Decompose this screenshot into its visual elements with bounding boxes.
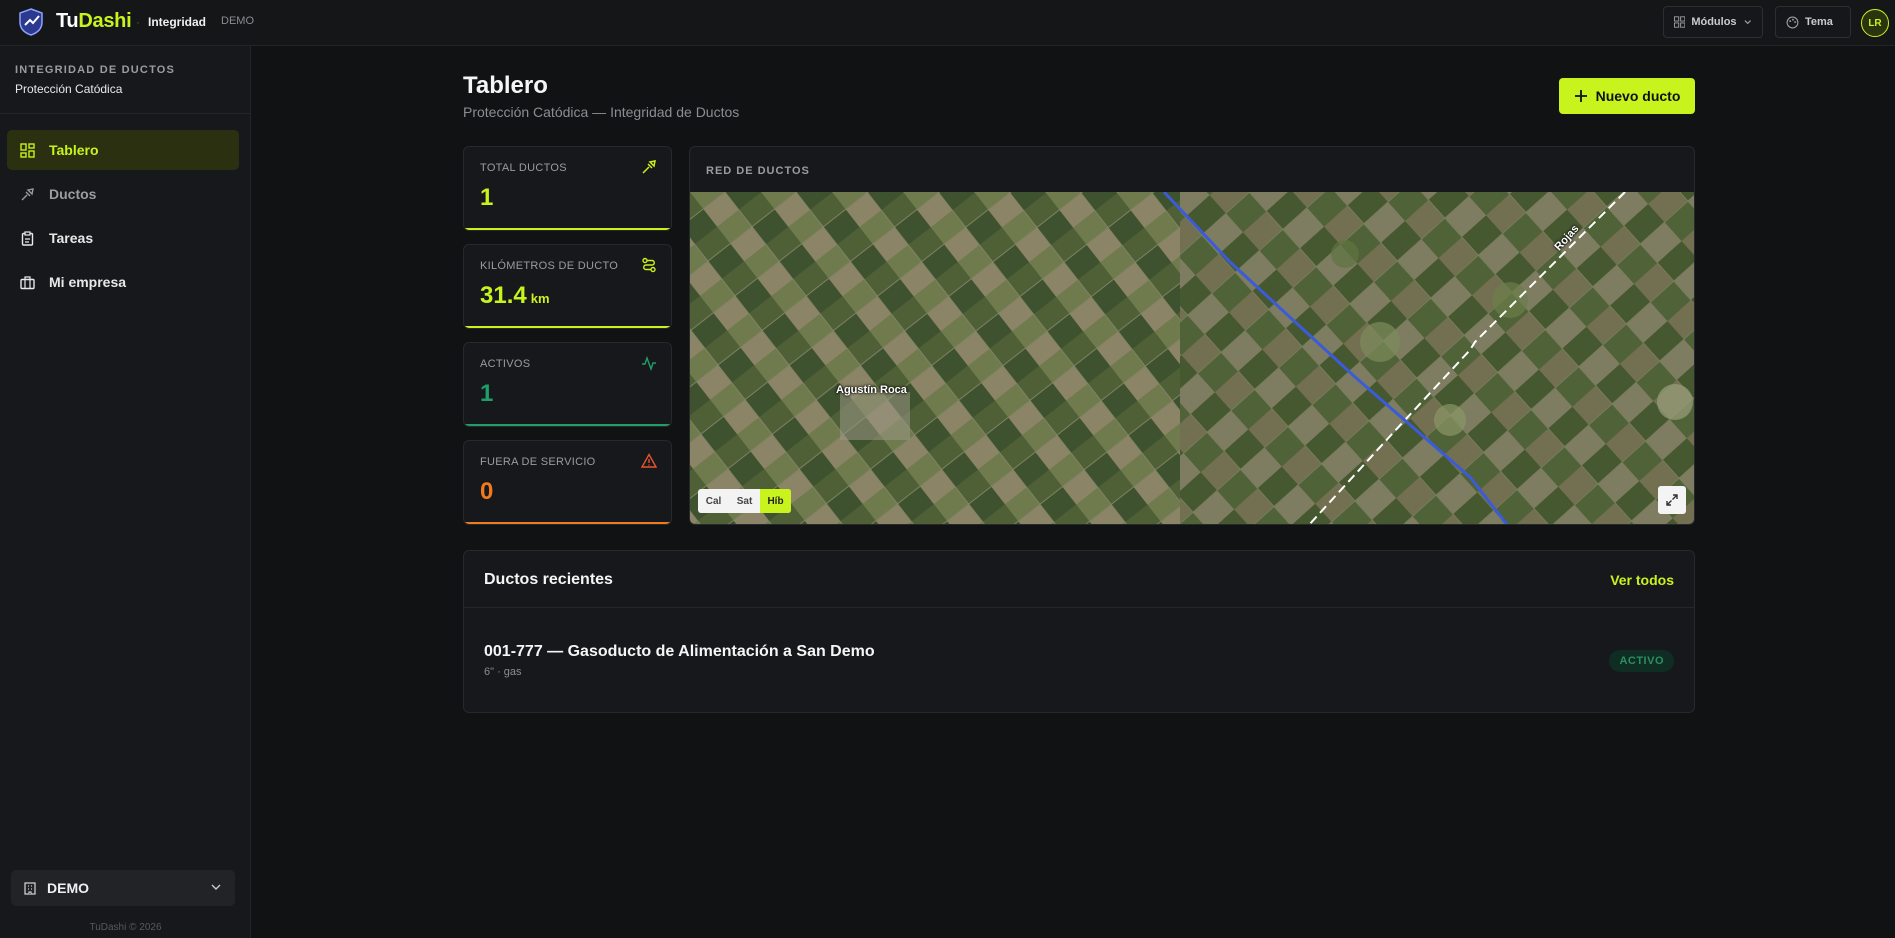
stat-number: 1 [480,184,494,211]
copyright-text: TuDashi © 2026 [89,922,162,933]
stat-number: 0 [480,478,494,505]
stat-card-kilometros: KILÓMETROS DE DUCTO 31.4 km [463,244,672,329]
mode-badge: DEMO [221,15,254,27]
page-title: Tablero [463,72,548,99]
stat-value: 31.4 km [480,282,550,310]
sidebar-item-mi-empresa[interactable]: Mi empresa [7,262,239,302]
top-bar: TuDashi · Integridad DEMO Módulos Tema L… [0,0,1895,46]
stat-accent-bar [464,424,671,426]
stat-number: 1 [480,380,494,407]
stat-unit: km [530,291,550,306]
sidebar-item-tareas[interactable]: Tareas [7,218,239,258]
fullscreen-button[interactable] [1658,486,1686,514]
stat-label: FUERA DE SERVICIO [480,456,596,468]
tenant-selector[interactable]: DEMO [11,870,235,906]
pipeline-row-title[interactable]: 001-777 — Gasoducto de Alimentación a Sa… [484,643,875,661]
stat-value: 1 [480,380,493,408]
recent-divider [464,607,1694,608]
tenant-name: DEMO [47,880,89,896]
sidebar-section-subtitle: Protección Catódica [15,82,123,96]
stat-accent-bar [464,522,671,524]
briefcase-icon [19,274,35,290]
stat-label: ACTIVOS [480,358,531,370]
pipeline-row-meta: 6" · gas [484,666,522,678]
sidebar-item-label: Mi empresa [49,274,127,290]
stat-card-fuera-de-servicio: FUERA DE SERVICIO 0 [463,440,672,525]
stat-card-activos: ACTIVOS 1 [463,342,672,427]
breadcrumb-module: Integridad [148,15,207,29]
chevron-down-icon [211,884,221,890]
theme-label: Tema [1805,16,1833,28]
modules-button[interactable]: Módulos [1663,6,1763,38]
clipboard-icon [19,230,35,246]
pipeline-network-map-card: RED DE DUCTOS Agustín Roca Rojas Cal Sat… [689,146,1695,525]
recent-pipelines-card: Ductos recientes Ver todos 001-777 — Gas… [463,550,1695,713]
stat-number: 31.4 [480,282,527,309]
recent-pipelines-title: Ductos recientes [484,571,613,588]
shield-logo-icon[interactable] [18,8,44,36]
sidebar-item-ductos[interactable]: Ductos [7,174,239,214]
stat-label: TOTAL DUCTOS [480,162,567,174]
satellite-map[interactable] [690,190,1695,525]
expand-icon [1666,494,1678,506]
stat-accent-bar [464,326,671,328]
grid-icon [1674,16,1686,28]
sidebar-divider [0,113,251,114]
theme-button[interactable]: Tema [1775,6,1851,38]
map-layer-hib[interactable]: Híb [760,489,791,513]
brand-tu: Tu [56,10,79,32]
user-avatar[interactable]: LR [1861,9,1889,37]
breadcrumb-separator: · [136,15,140,29]
pipe-icon [642,160,656,174]
chevron-down-icon [1744,20,1751,25]
map-layer-toggle: Cal Sat Híb [698,489,791,513]
sidebar-item-label: Tareas [49,230,94,246]
building-icon [24,882,36,895]
stat-value: 0 [480,478,493,506]
map-view[interactable]: Agustín Roca Rojas Cal Sat Híb [690,190,1695,525]
sidebar: INTEGRIDAD DE DUCTOS Protección Catódica… [0,46,251,938]
map-title: RED DE DUCTOS [706,165,810,177]
route-icon [642,257,656,273]
stat-card-total-ductos: TOTAL DUCTOS 1 [463,146,672,231]
stat-value: 1 [480,184,493,212]
dashboard-grid-icon [19,142,35,158]
map-layer-sat[interactable]: Sat [729,489,760,513]
page-subtitle: Protección Catódica — Integridad de Duct… [463,104,740,120]
sidebar-section-label: INTEGRIDAD DE DUCTOS [15,64,176,76]
sidebar-item-label: Ductos [49,186,97,202]
sidebar-item-label: Tablero [49,142,99,158]
stat-accent-bar [464,228,671,230]
palette-icon [1786,16,1799,28]
brand-dashi: Dashi [78,10,132,32]
warning-icon [641,453,657,468]
new-pipeline-label: Nuevo ducto [1595,88,1681,104]
sidebar-item-tablero[interactable]: Tablero [7,130,239,170]
plus-icon [1574,90,1587,102]
modules-label: Módulos [1691,16,1737,28]
pipe-icon [19,186,35,202]
brand-name[interactable]: TuDashi [56,10,132,33]
map-layer-cal[interactable]: Cal [698,489,729,513]
stat-label: KILÓMETROS DE DUCTO [480,260,619,272]
map-place-label: Agustín Roca [836,384,907,396]
new-pipeline-button[interactable]: Nuevo ducto [1559,78,1695,114]
status-badge: ACTIVO [1609,650,1674,672]
activity-icon [642,355,656,371]
see-all-link[interactable]: Ver todos [1610,572,1674,588]
